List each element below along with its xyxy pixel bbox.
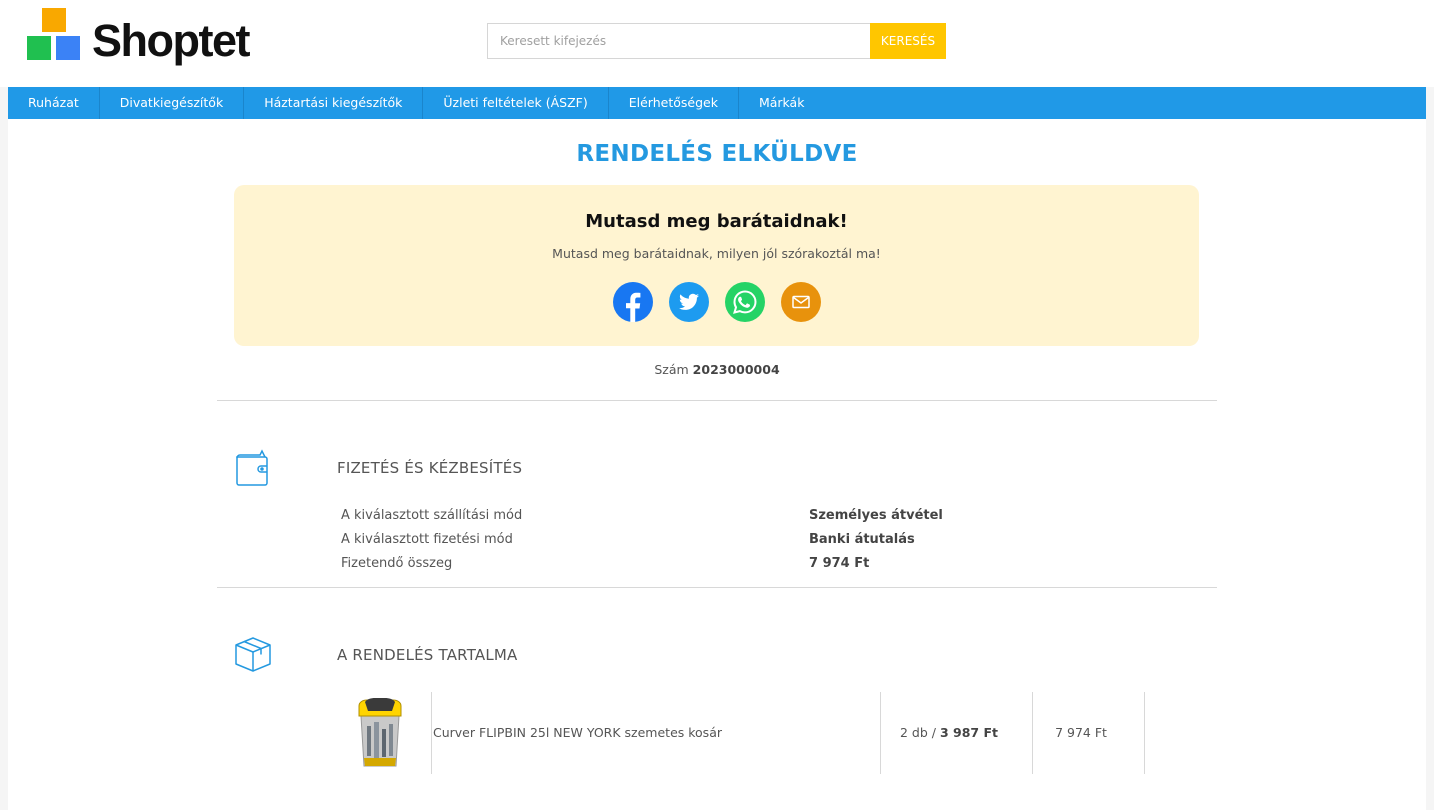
share-title: Mutasd meg barátaidnak! — [585, 211, 848, 232]
shoptet-logo[interactable]: Shoptet — [27, 8, 267, 70]
search-input[interactable] — [487, 23, 871, 59]
share-box: Mutasd meg barátaidnak! Mutasd meg barát… — [234, 185, 1199, 346]
payment-method-value: Banki átutalás — [809, 532, 915, 547]
shipping-method-value: Személyes átvétel — [809, 508, 943, 523]
product-name-link[interactable]: Curver FLIPBIN 25l NEW YORK szemetes kos… — [433, 725, 722, 740]
nav-item-elerhetosegek[interactable]: Elérhetőségek — [609, 87, 739, 119]
whatsapp-icon — [725, 282, 765, 322]
search-form: KERESÉS — [487, 23, 946, 59]
box-icon — [234, 635, 272, 673]
page-title: RENDELÉS ELKÜLDVE — [576, 141, 858, 167]
divider — [217, 400, 1217, 401]
payment-method-label: A kiválasztott fizetési mód — [341, 532, 513, 547]
payment-section-title: FIZETÉS ÉS KÉZBESÍTÉS — [337, 459, 523, 477]
main-content: RENDELÉS ELKÜLDVE Mutasd meg barátaidnak… — [8, 119, 1426, 810]
order-number: Szám 2023000004 — [8, 362, 1426, 377]
twitter-icon — [669, 282, 709, 322]
facebook-share-button[interactable] — [613, 282, 653, 322]
share-subtitle: Mutasd meg barátaidnak, milyen jól szóra… — [552, 246, 881, 261]
product-total: 7 974 Ft — [1055, 725, 1107, 740]
divider — [217, 587, 1217, 588]
product-unit-price: 3 987 Ft — [939, 725, 998, 740]
order-number-label: Szám — [654, 362, 689, 377]
nav-item-markak[interactable]: Márkák — [739, 87, 825, 119]
logo-square-blue — [56, 36, 80, 60]
logo-square-green — [27, 36, 51, 60]
amount-due-label: Fizetendő összeg — [341, 556, 453, 571]
nav-item-haztartasi-kiegeszitok[interactable]: Háztartási kiegészítők — [244, 87, 424, 119]
logo-text: Shoptet — [92, 15, 250, 66]
product-image[interactable] — [355, 696, 405, 770]
email-share-button[interactable] — [781, 282, 821, 322]
main-navigation: Ruházat Divatkiegészítők Háztartási kieg… — [8, 87, 1426, 119]
amount-due-value: 7 974 Ft — [809, 556, 870, 571]
header: Shoptet KERESÉS — [0, 0, 1434, 87]
product-quantity-price: 2 db / 3 987 Ft — [900, 725, 998, 740]
nav-item-uzleti-feltetelek[interactable]: Üzleti feltételek (ÁSZF) — [423, 87, 609, 119]
twitter-share-button[interactable] — [669, 282, 709, 322]
nav-item-divatkiegeszitok[interactable]: Divatkiegészítők — [100, 87, 245, 119]
wallet-icon — [234, 449, 272, 487]
facebook-icon — [613, 282, 653, 322]
nav-item-ruhazat[interactable]: Ruházat — [8, 87, 100, 119]
shipping-method-label: A kiválasztott szállítási mód — [341, 508, 523, 523]
cell-divider — [431, 692, 432, 774]
logo-square-orange — [42, 8, 66, 32]
order-number-value: 2023000004 — [692, 362, 780, 377]
order-item-row: Curver FLIPBIN 25l NEW YORK szemetes kos… — [337, 692, 1145, 774]
whatsapp-share-button[interactable] — [725, 282, 765, 322]
search-button[interactable]: KERESÉS — [870, 23, 946, 59]
content-section-title: A RENDELÉS TARTALMA — [337, 646, 518, 664]
email-icon — [781, 282, 821, 322]
page: Shoptet KERESÉS Ruházat Divatkiegészítők… — [0, 0, 1434, 810]
product-quantity: 2 db — [900, 725, 928, 740]
cell-divider — [1144, 692, 1145, 774]
